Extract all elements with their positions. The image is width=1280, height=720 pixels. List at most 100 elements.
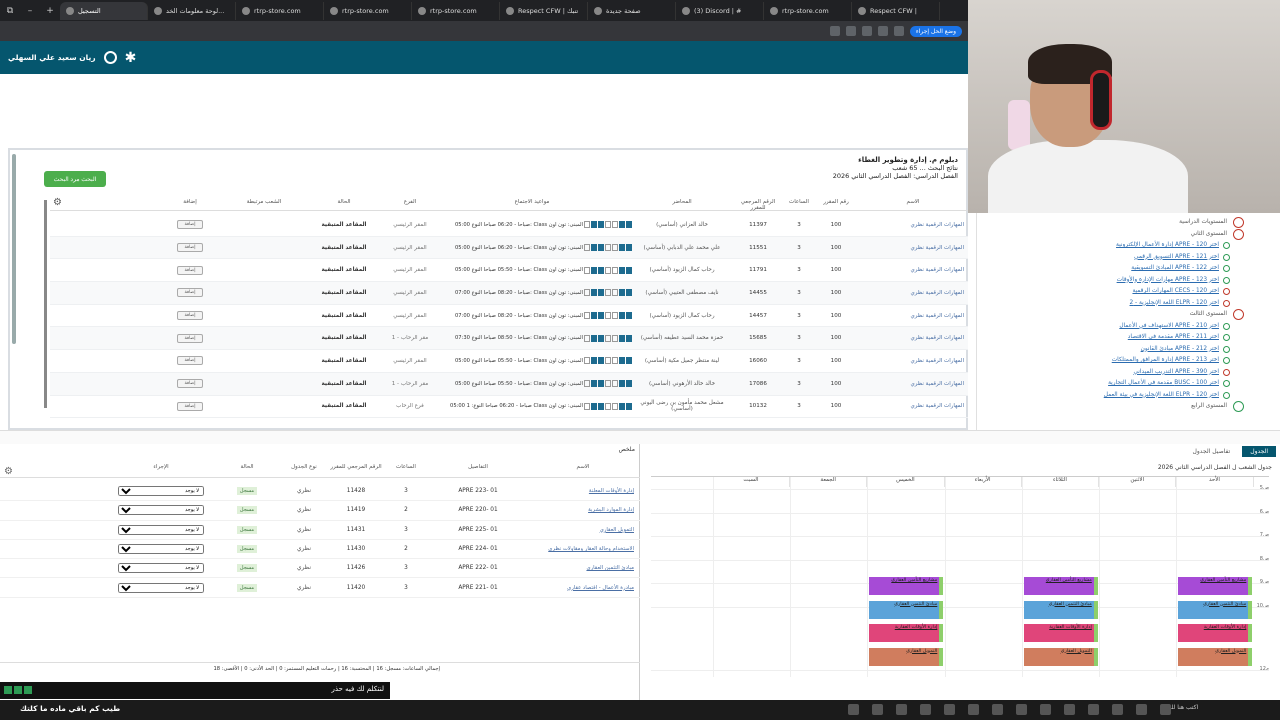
browser-tab[interactable]: Respect CFW | bbox=[852, 1, 940, 20]
taskbar-app-icon[interactable] bbox=[872, 704, 883, 715]
avatar[interactable] bbox=[103, 51, 117, 64]
requirement-link[interactable]: اختر BUSC - 100 مقدمة في الأعمال التجاري… bbox=[977, 378, 1244, 390]
add-button[interactable]: إضافة bbox=[177, 333, 203, 343]
day-indicator bbox=[591, 402, 597, 410]
course-link[interactable]: مبادرة الأعمال - اقتصاد عقاري bbox=[526, 585, 640, 591]
advanced-search-button[interactable]: البحث مرد البحث bbox=[44, 171, 106, 187]
course-block[interactable]: التمويل العقاري bbox=[1178, 647, 1253, 666]
course-block[interactable]: إدارة الأوقات العقارية bbox=[1023, 624, 1098, 642]
status-icon bbox=[1223, 391, 1230, 399]
tab-title: التسجيل bbox=[78, 6, 101, 15]
action-select[interactable]: لا يوجد bbox=[118, 582, 204, 593]
taskbar-app-icon[interactable] bbox=[1136, 704, 1147, 715]
taskbar-app-icon[interactable] bbox=[1112, 704, 1123, 715]
course-link[interactable]: مبادئ التثمين العقاري bbox=[526, 565, 640, 571]
taskbar-app-icon[interactable] bbox=[1016, 704, 1027, 715]
add-cell: إضافة bbox=[152, 288, 228, 298]
course-link[interactable]: إدارة الأوقات المعلنة bbox=[526, 488, 640, 494]
requirement-link[interactable]: اختر CECS - 120 المهارات الرقمية bbox=[977, 286, 1244, 298]
add-button[interactable]: إضافة bbox=[177, 265, 203, 275]
course-block[interactable]: التمويل العقاري bbox=[1023, 647, 1098, 666]
credit-hours: 3 bbox=[404, 565, 408, 572]
gear-icon[interactable]: ✱ bbox=[125, 50, 137, 66]
requirement-link[interactable]: اختر APRE - 390 التدريب الميداني bbox=[977, 367, 1244, 379]
action-select[interactable]: لا يوجد bbox=[118, 486, 204, 497]
requirement-link[interactable]: اختر APRE - 122 المبادئ التسويقية bbox=[977, 263, 1244, 275]
bookmark-pill[interactable]: وضع الحل إجراء bbox=[909, 25, 962, 37]
extension-icon[interactable] bbox=[845, 26, 856, 36]
course-link[interactable]: التمويل العقاري bbox=[526, 527, 640, 533]
course-block[interactable]: مشاريع التأمين العقاري bbox=[1178, 577, 1253, 595]
taskbar-app-icon[interactable] bbox=[920, 704, 931, 715]
browser-tab[interactable]: لوحة معلومات الخد... bbox=[148, 1, 236, 20]
taskbar-app-icon[interactable] bbox=[944, 704, 955, 715]
course-block[interactable]: مبادئ التثمين العقاري bbox=[869, 600, 944, 619]
requirement-link[interactable]: اختر APRE - 123 مهارات الإدارة والأوقات bbox=[977, 275, 1244, 287]
extension-icon[interactable] bbox=[877, 26, 888, 36]
requirement-link[interactable]: اختر ELPR - 120 اللغة الإنجليزية في بيئة… bbox=[977, 390, 1244, 402]
tab-schedule-details[interactable]: تفاصيل الجدول bbox=[1185, 446, 1239, 457]
requirement-link[interactable]: اختر APRE - 210 الاستهداف في الأعمال bbox=[977, 321, 1244, 333]
add-button[interactable]: إضافة bbox=[177, 311, 203, 321]
taskbar-app-icon[interactable] bbox=[1160, 704, 1171, 715]
browser-tab[interactable]: (3) Discord | # bbox=[676, 1, 764, 20]
course-block[interactable]: مبادئ التثمين العقاري bbox=[1023, 600, 1098, 619]
course-block[interactable]: مبادئ التثمين العقاري bbox=[1178, 600, 1253, 619]
tab-summary[interactable]: ملخص bbox=[619, 446, 635, 453]
taskbar-app-icon[interactable] bbox=[896, 704, 907, 715]
add-button[interactable]: إضافة bbox=[177, 220, 203, 230]
tab-menu-icon[interactable]: ⧉ bbox=[0, 6, 20, 16]
extension-icon[interactable] bbox=[861, 26, 872, 36]
requirement-link[interactable]: اختر APRE - 213 إدارة المرافق والممتلكات bbox=[977, 355, 1244, 367]
requirement-link[interactable]: اختر ELPR - 120 اللغة الإنجليزية - 2 bbox=[977, 298, 1244, 310]
action-select[interactable]: لا يوجد bbox=[118, 544, 204, 555]
add-button[interactable]: إضافة bbox=[177, 379, 203, 389]
requirement-link[interactable]: اختر APRE - 211 مقدمة في الاقتصاد bbox=[977, 332, 1244, 344]
new-tab-icon[interactable]: + bbox=[40, 6, 60, 16]
taskbar-app-icon[interactable] bbox=[1064, 704, 1075, 715]
requirement-link[interactable]: اختر APRE - 121 التسويق الرقمي bbox=[977, 252, 1244, 264]
browser-tab[interactable]: rtrp-store.com bbox=[236, 1, 324, 20]
browser-tab[interactable]: التسجيل bbox=[60, 1, 148, 20]
course-link[interactable]: إدارة الموارد البشرية bbox=[526, 507, 640, 513]
course-link[interactable]: الاستخدام وحالة العقار ومقاولات نظري bbox=[526, 546, 640, 552]
crn: 11426 bbox=[346, 565, 366, 572]
requirement-link[interactable]: اختر APRE - 120 إدارة الأعمال الإلكتروني… bbox=[977, 240, 1244, 252]
day-indicator bbox=[619, 357, 625, 365]
browser-tab[interactable]: صفحة جديدة bbox=[588, 1, 676, 20]
minimize-icon[interactable]: – bbox=[20, 6, 40, 16]
course-block[interactable]: إدارة الأوقات العقارية bbox=[869, 624, 944, 642]
panel-divider[interactable] bbox=[0, 430, 1280, 444]
tab-schedule[interactable]: الجدول bbox=[1242, 446, 1276, 457]
add-button[interactable]: إضافة bbox=[177, 288, 203, 298]
scrollbar[interactable] bbox=[44, 200, 47, 408]
taskbar-app-icon[interactable] bbox=[992, 704, 1003, 715]
browser-tab[interactable]: Respect CFW | تنبك bbox=[500, 1, 588, 20]
taskbar-app-icon[interactable] bbox=[848, 704, 859, 715]
extension-icon[interactable] bbox=[893, 26, 904, 36]
add-button[interactable]: إضافة bbox=[177, 401, 203, 411]
add-button[interactable]: إضافة bbox=[177, 356, 203, 366]
taskbar-app-icon[interactable] bbox=[1088, 704, 1099, 715]
taskbar-app-icon[interactable] bbox=[1040, 704, 1051, 715]
scrollbar[interactable] bbox=[12, 154, 16, 344]
action-select[interactable]: لا يوجد bbox=[118, 505, 204, 516]
grid-line bbox=[651, 489, 1269, 490]
taskbar-app-icon[interactable] bbox=[968, 704, 979, 715]
course-block[interactable]: مشاريع التأمين العقاري bbox=[869, 577, 944, 595]
extension-icon[interactable] bbox=[829, 26, 840, 36]
course-block[interactable]: مشاريع التأمين العقاري bbox=[1023, 577, 1098, 595]
add-button[interactable]: إضافة bbox=[177, 243, 203, 253]
crn: 11420 bbox=[346, 584, 366, 591]
table-row: المهارات الرقمية نظري 100 3 16060 لينة منتظر… bbox=[50, 350, 968, 373]
action-select[interactable]: لا يوجد bbox=[118, 563, 204, 574]
course-block[interactable]: التمويل العقاري bbox=[869, 647, 944, 666]
instructor: لينة منتظر جميل مكية (أساسي) bbox=[644, 357, 720, 364]
action-select[interactable]: لا يوجد bbox=[118, 524, 204, 535]
status-icon bbox=[1223, 253, 1230, 261]
browser-tab[interactable]: rtrp-store.com bbox=[412, 1, 500, 20]
browser-tab[interactable]: rtrp-store.com bbox=[324, 1, 412, 20]
browser-tab[interactable]: rtrp-store.com bbox=[764, 1, 852, 20]
course-block[interactable]: إدارة الأوقات العقارية bbox=[1178, 624, 1253, 642]
requirement-link[interactable]: اختر APRE - 212 مبادئ القانون bbox=[977, 344, 1244, 356]
